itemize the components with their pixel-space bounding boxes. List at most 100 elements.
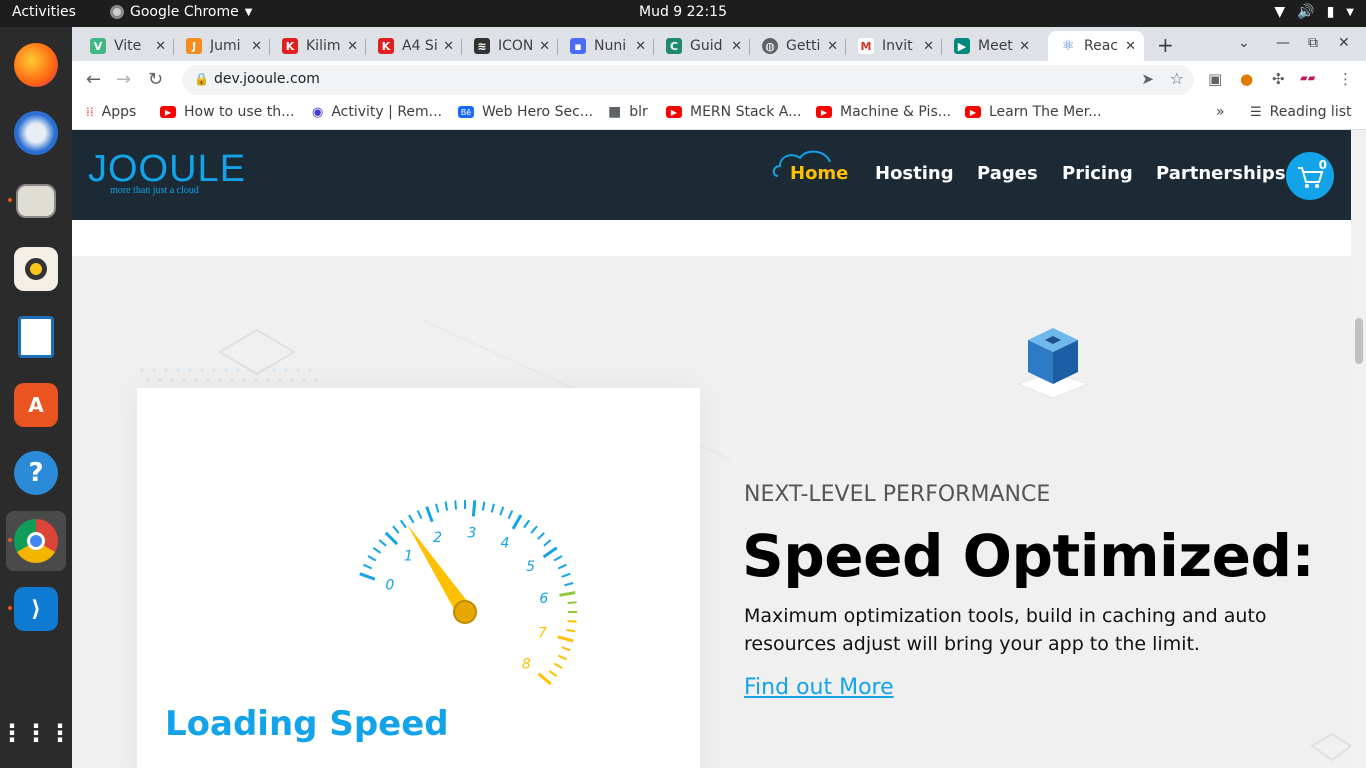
tab-strip: V Vite ✕ J Jumi ✕ K Kilim ✕ K A4 Si ✕ ≋ … bbox=[72, 27, 1366, 61]
bookmark-activity[interactable]: ◉ Activity | Rem... bbox=[312, 104, 442, 120]
tab-1[interactable]: V Vite ✕ bbox=[78, 31, 174, 61]
tab-7[interactable]: C Guid ✕ bbox=[654, 31, 750, 61]
bookmark-youtube-1[interactable]: ▶ How to use th... bbox=[160, 104, 294, 120]
meet-icon: ▶ bbox=[954, 38, 970, 54]
vscode-icon: ⟩ bbox=[14, 587, 58, 631]
gauge-tick bbox=[416, 510, 423, 520]
url-text: dev.jooule.com bbox=[214, 71, 320, 87]
vue-icon: V bbox=[90, 38, 106, 54]
battery-icon: ▮ bbox=[1326, 4, 1335, 20]
gauge-tick bbox=[384, 531, 399, 546]
app-menu[interactable]: Google Chrome ▼ bbox=[110, 4, 252, 20]
close-icon[interactable]: ✕ bbox=[827, 39, 838, 54]
tab-search-icon[interactable]: ⌄ bbox=[1238, 35, 1250, 51]
gauge-label: 6 bbox=[539, 591, 548, 607]
chrome-small-icon bbox=[110, 5, 124, 19]
star-icon[interactable]: ☆ bbox=[1170, 69, 1184, 88]
restore-icon[interactable]: ⧉ bbox=[1308, 35, 1318, 51]
store-bag-icon: A bbox=[14, 383, 58, 427]
gauge-tick bbox=[490, 503, 495, 513]
thunderbird-launcher[interactable] bbox=[6, 103, 66, 163]
gauge-tick bbox=[548, 670, 558, 678]
tab-5[interactable]: ≋ ICON ✕ bbox=[462, 31, 558, 61]
chrome-launcher[interactable] bbox=[6, 511, 66, 571]
vscode-launcher[interactable]: ⟩ bbox=[6, 579, 66, 639]
bookmark-webhero[interactable]: Bē Web Hero Sec... bbox=[458, 104, 593, 120]
gauge-label: 7 bbox=[538, 626, 547, 642]
extensions-puzzle-icon[interactable]: ✣ bbox=[1272, 70, 1285, 88]
menu-kebab-icon[interactable]: ⋮ bbox=[1338, 70, 1353, 88]
gauge-label: 5 bbox=[526, 559, 535, 575]
files-launcher[interactable] bbox=[6, 171, 66, 231]
close-window-icon[interactable]: ✕ bbox=[1338, 35, 1350, 51]
gauge-tick bbox=[542, 546, 558, 559]
tab-6[interactable]: ▪ Nuni ✕ bbox=[558, 31, 654, 61]
tab-4[interactable]: K A4 Si ✕ bbox=[366, 31, 462, 61]
bookmark-youtube-4[interactable]: ▶ Learn The Mer... bbox=[965, 104, 1102, 120]
new-tab-button[interactable]: + bbox=[1157, 33, 1174, 57]
extension-bus-icon[interactable]: ▣ bbox=[1208, 70, 1222, 88]
back-icon[interactable]: ← bbox=[86, 69, 101, 90]
clock[interactable]: Mud 9 22:15 bbox=[639, 4, 727, 20]
tab-9[interactable]: M Invit ✕ bbox=[846, 31, 942, 61]
minimize-icon[interactable]: — bbox=[1276, 35, 1290, 51]
close-icon[interactable]: ✕ bbox=[539, 39, 550, 54]
extension-orange-icon[interactable]: ● bbox=[1240, 70, 1253, 88]
close-icon[interactable]: ✕ bbox=[731, 39, 742, 54]
writer-launcher[interactable] bbox=[6, 307, 66, 367]
forward-icon[interactable]: → bbox=[116, 69, 131, 90]
system-top-bar: Activities Google Chrome ▼ Mud 9 22:15 ▼… bbox=[0, 0, 1366, 27]
tab-11-active[interactable]: ⚛ Reac ✕ bbox=[1048, 31, 1144, 61]
tab-title: Invit bbox=[882, 38, 913, 54]
close-icon[interactable]: ✕ bbox=[251, 39, 262, 54]
gauge-tick bbox=[392, 525, 400, 534]
tab-10[interactable]: ▶ Meet ✕ bbox=[942, 31, 1038, 61]
bookmark-youtube-2[interactable]: ▶ MERN Stack A... bbox=[666, 104, 801, 120]
activities-button[interactable]: Activities bbox=[12, 4, 76, 20]
bookmark-youtube-3[interactable]: ▶ Machine & Pis... bbox=[816, 104, 951, 120]
nav-home[interactable]: Home bbox=[790, 163, 848, 184]
show-apps-button[interactable]: ⋮⋮⋮ bbox=[0, 703, 72, 763]
nav-pages[interactable]: Pages bbox=[977, 163, 1038, 184]
find-out-more-link[interactable]: Find out More bbox=[744, 675, 894, 700]
reading-list-button[interactable]: ☰ Reading list bbox=[1250, 104, 1352, 120]
tab-3[interactable]: K Kilim ✕ bbox=[270, 31, 366, 61]
firefox-launcher[interactable] bbox=[6, 35, 66, 95]
extension-badge-icon[interactable]: ▰▰ bbox=[1300, 73, 1315, 84]
rhythmbox-launcher[interactable] bbox=[6, 239, 66, 299]
bookmark-label: Apps bbox=[101, 104, 137, 120]
close-icon[interactable]: ✕ bbox=[635, 39, 646, 54]
address-bar[interactable]: 🔒 dev.jooule.com ➤ ☆ bbox=[182, 65, 1194, 95]
close-icon[interactable]: ✕ bbox=[443, 39, 454, 54]
gauge-tick bbox=[444, 501, 449, 511]
page-scrollbar[interactable] bbox=[1351, 130, 1366, 768]
nav-pricing[interactable]: Pricing bbox=[1062, 163, 1133, 184]
gauge-tick bbox=[553, 555, 563, 562]
folder-icon: ■ bbox=[608, 104, 622, 120]
close-icon[interactable]: ✕ bbox=[347, 39, 358, 54]
scrollbar-thumb[interactable] bbox=[1355, 318, 1363, 364]
close-icon[interactable]: ✕ bbox=[155, 39, 166, 54]
cart-button[interactable]: 0 bbox=[1286, 152, 1334, 200]
software-launcher[interactable]: A bbox=[6, 375, 66, 435]
bookmark-apps[interactable]: ⁞⁞ Apps bbox=[86, 104, 136, 120]
chrome-icon bbox=[14, 519, 58, 563]
tab-2[interactable]: J Jumi ✕ bbox=[174, 31, 270, 61]
close-icon[interactable]: ✕ bbox=[1125, 39, 1136, 54]
nav-partnerships[interactable]: Partnerships bbox=[1156, 163, 1286, 184]
close-icon[interactable]: ✕ bbox=[1019, 39, 1030, 54]
tab-8[interactable]: ◍ Getti ✕ bbox=[750, 31, 846, 61]
gauge-tick bbox=[557, 635, 574, 643]
send-icon[interactable]: ➤ bbox=[1141, 70, 1154, 88]
system-tray[interactable]: ▼ 🔊 ▮ ▼ bbox=[1274, 4, 1354, 20]
help-launcher[interactable]: ? bbox=[6, 443, 66, 503]
nav-hosting[interactable]: Hosting bbox=[875, 163, 954, 184]
activity-icon: ◉ bbox=[312, 104, 324, 120]
bookmarks-overflow-button[interactable]: » bbox=[1216, 104, 1225, 120]
gauge-tick bbox=[564, 582, 574, 587]
wifi-icon: ▼ bbox=[1274, 4, 1286, 20]
close-icon[interactable]: ✕ bbox=[923, 39, 934, 54]
firefox-icon bbox=[14, 43, 58, 87]
bookmark-folder-blr[interactable]: ■ blr bbox=[608, 104, 648, 120]
reload-icon[interactable]: ↻ bbox=[148, 69, 163, 90]
